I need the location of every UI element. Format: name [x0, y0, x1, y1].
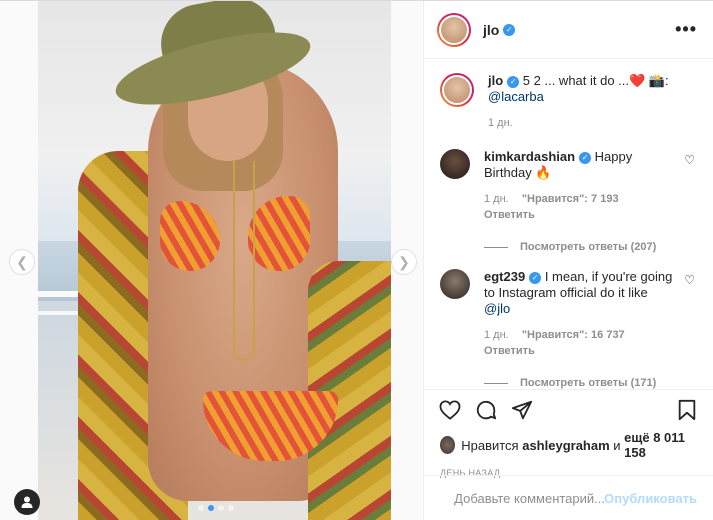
- post-header: jlo ✓ •••: [424, 1, 713, 59]
- comments-list: jlo ✓ 5 2 ... what it do ...❤️ 📸: @lacarb…: [424, 73, 713, 389]
- caption-username[interactable]: jlo: [488, 73, 503, 88]
- verified-icon: ✓: [503, 23, 516, 36]
- chevron-left-icon: ❮: [16, 253, 28, 270]
- view-replies-button[interactable]: Посмотреть ответы (207): [484, 241, 713, 253]
- view-replies-label: Посмотреть ответы (171): [520, 377, 657, 389]
- carousel-dot: [228, 505, 234, 511]
- user-tag-icon: [21, 496, 33, 508]
- liker-username[interactable]: ashleygraham: [522, 438, 609, 453]
- verified-icon: ✓: [529, 272, 542, 284]
- comment-item: kimkardashian ✓ Happy Birthday 🔥 1 дн. "Н…: [424, 149, 713, 223]
- comment-time: 1 дн.: [484, 329, 509, 341]
- caption: jlo ✓ 5 2 ... what it do ...❤️ 📸: @lacarb…: [424, 73, 713, 131]
- reply-button[interactable]: Ответить: [484, 345, 535, 357]
- publish-comment-button[interactable]: Опубликовать: [604, 491, 697, 506]
- comment-time: 1 дн.: [484, 193, 509, 205]
- comment-username[interactable]: kimkardashian: [484, 149, 575, 164]
- post-actions: Нравится ashleygraham и ещё 8 011 158 ДЕ…: [424, 389, 713, 520]
- likes-prefix: Нравится: [461, 437, 519, 453]
- action-icons-bar: [424, 390, 713, 430]
- author-avatar[interactable]: [440, 73, 474, 107]
- carousel-dots: [198, 505, 234, 511]
- post-dialog: ❮ ❯ jlo ✓ ••• jlo ✓ 5 2 ... what it do .…: [0, 0, 713, 520]
- more-icon[interactable]: •••: [675, 19, 697, 40]
- author-avatar[interactable]: [437, 12, 471, 47]
- comment-composer: Опубликовать: [424, 475, 713, 520]
- view-replies-label: Посмотреть ответы (207): [520, 241, 657, 253]
- comment-input[interactable]: [454, 491, 605, 506]
- comment-icon: [476, 400, 497, 420]
- share-icon: [511, 400, 533, 420]
- chevron-right-icon: ❯: [398, 253, 410, 270]
- comment-item: egt239 ✓ I mean, if you're going to Insta…: [424, 269, 713, 359]
- heart-icon: [439, 400, 461, 420]
- caption-mention-link[interactable]: @lacarba: [488, 89, 544, 104]
- comment-button[interactable]: [474, 398, 498, 422]
- post-sidebar: jlo ✓ ••• jlo ✓ 5 2 ... what it do ...❤️ …: [424, 1, 713, 520]
- likes-others-count[interactable]: ещё 8 011 158: [624, 430, 697, 460]
- comment-likes-count[interactable]: "Нравится": 7 193: [522, 193, 619, 205]
- post-media: ❮ ❯: [0, 1, 424, 520]
- reply-button[interactable]: Ответить: [484, 209, 535, 221]
- liker-avatar[interactable]: [440, 436, 456, 454]
- comment-like-heart-icon[interactable]: ♡: [684, 153, 695, 167]
- caption-time: 1 дн.: [488, 117, 513, 129]
- carousel-next-button[interactable]: ❯: [391, 249, 417, 275]
- post-photo[interactable]: [38, 1, 391, 520]
- likes-summary: Нравится ashleygraham и ещё 8 011 158: [424, 430, 713, 460]
- carousel-dot: [218, 505, 224, 511]
- commenter-avatar[interactable]: [440, 269, 470, 299]
- commenter-avatar[interactable]: [440, 149, 470, 179]
- view-replies-button[interactable]: Посмотреть ответы (171): [484, 377, 713, 389]
- comment-like-heart-icon[interactable]: ♡: [684, 273, 695, 287]
- comment-likes-count[interactable]: "Нравится": 16 737: [522, 329, 625, 341]
- likes-and: и: [613, 437, 621, 453]
- carousel-dot: [198, 505, 204, 511]
- verified-icon: ✓: [579, 152, 592, 164]
- caption-text: 5 2 ... what it do ...❤️ 📸:: [522, 73, 669, 88]
- carousel-dot-active: [208, 505, 214, 511]
- comment-mention-link[interactable]: @jlo: [484, 301, 510, 316]
- author-username[interactable]: jlo: [483, 22, 499, 38]
- share-button[interactable]: [510, 398, 534, 422]
- save-button[interactable]: [675, 398, 699, 422]
- comment-username[interactable]: egt239: [484, 269, 525, 284]
- like-button[interactable]: [438, 398, 462, 422]
- carousel-prev-button[interactable]: ❮: [9, 249, 35, 275]
- verified-icon: ✓: [507, 76, 520, 88]
- bookmark-icon: [678, 399, 696, 421]
- user-tags-button[interactable]: [14, 489, 40, 515]
